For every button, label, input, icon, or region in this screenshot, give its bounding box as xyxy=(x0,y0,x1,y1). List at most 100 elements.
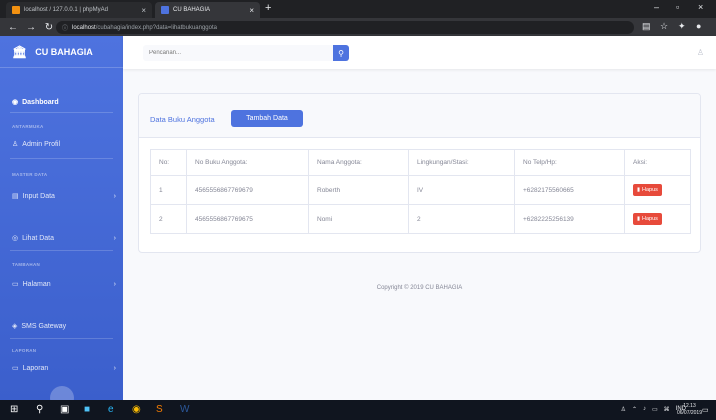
bookmark-star-icon[interactable]: ☆ xyxy=(660,21,668,32)
sidebar-divider xyxy=(10,112,113,113)
browser-tab-cu-bahagia[interactable]: CU BAHAGIA × xyxy=(155,2,260,18)
table-row: 1 4565556867769679 Roberth IV +628217556… xyxy=(150,175,691,205)
sidebar-item-label: Dashboard xyxy=(22,98,59,106)
store-icon[interactable]: ■ xyxy=(84,404,90,416)
sidebar-brand[interactable]: 🏛 CU BAHAGIA xyxy=(0,36,123,68)
user-icon: ♙ xyxy=(12,141,19,148)
brand-name: CU BAHAGIA xyxy=(35,46,93,57)
bank-logo-icon: 🏛 xyxy=(12,44,28,59)
people-icon[interactable]: ♙ xyxy=(621,406,626,413)
cell-lingkungan: IV xyxy=(408,175,515,205)
delete-button[interactable]: ▮ Hapus xyxy=(633,213,662,225)
edge-browser-icon[interactable]: e xyxy=(108,404,114,416)
search-button[interactable]: ⚲ xyxy=(333,45,349,61)
close-icon[interactable]: × xyxy=(249,6,254,15)
sidebar-item-label: Halaman xyxy=(22,280,51,288)
add-data-button[interactable]: Tambah Data xyxy=(231,110,303,127)
translate-icon[interactable]: ▤ xyxy=(642,21,651,32)
tab-label: localhost / 127.0.0.1 | phpMyAd xyxy=(24,7,108,13)
reload-icon[interactable]: ↻ xyxy=(44,22,54,33)
sidebar: 🏛 CU BAHAGIA ◉ Dashboard ANTARMUKA ♙ Adm… xyxy=(0,36,123,410)
data-card: Data Buku Anggota Tambah Data No: No Buk… xyxy=(138,93,701,253)
profile-icon[interactable]: ● xyxy=(696,21,701,31)
sidebar-item-input-data[interactable]: ▤ Input Data › xyxy=(12,192,116,201)
chevron-up-icon[interactable]: ⌃ xyxy=(632,406,637,413)
anggota-table: No: No Buku Anggota: Nama Anggota: Lingk… xyxy=(150,149,691,234)
phpmyadmin-favicon-icon xyxy=(12,6,20,14)
volume-icon[interactable]: ♪ xyxy=(643,406,646,413)
sidebar-divider xyxy=(10,250,113,251)
search-icon: ⚲ xyxy=(338,48,344,58)
network-icon[interactable]: ⌘ xyxy=(664,406,670,413)
sidebar-item-lihat-data[interactable]: ◎ Lihat Data › xyxy=(12,234,116,243)
address-bar[interactable]: ⓘ localhost /cubahagia/index.php?data=li… xyxy=(56,21,634,34)
cell-no-buku: 4565556867769679 xyxy=(186,175,309,205)
url-host: localhost xyxy=(72,24,96,31)
user-menu-icon[interactable]: ♙ xyxy=(697,48,704,57)
topbar: ⚲ ♙ xyxy=(123,36,716,69)
sidebar-heading: TAMBAHAN xyxy=(12,262,41,267)
table-header-row: No: No Buku Anggota: Nama Anggota: Lingk… xyxy=(150,149,691,176)
cell-lingkungan: 2 xyxy=(408,204,515,234)
eye-icon: ◎ xyxy=(12,235,19,242)
sidebar-item-laporan[interactable]: ▭ Laporan › xyxy=(12,364,116,373)
file-icon: ▤ xyxy=(12,193,19,200)
search-icon[interactable]: ⚲ xyxy=(36,404,43,416)
cell-telp: +6282175560665 xyxy=(514,175,625,205)
forward-icon[interactable]: → xyxy=(26,22,36,33)
sidebar-item-label: SMS Gateway xyxy=(21,322,67,330)
card-header: Data Buku Anggota Tambah Data xyxy=(139,94,700,138)
chevron-right-icon: › xyxy=(113,364,116,372)
cell-no-buku: 4565556867769675 xyxy=(186,204,309,234)
new-tab-icon[interactable]: + xyxy=(265,2,271,14)
sublime-text-icon[interactable]: S xyxy=(156,404,163,416)
cell-nama: Nomi xyxy=(308,204,409,234)
sidebar-item-admin-profil[interactable]: ♙ Admin Profil xyxy=(12,140,116,149)
extension-icon[interactable]: ✦ xyxy=(678,21,686,32)
trash-icon: ▮ xyxy=(637,187,641,193)
column-header: Lingkungan/Stasi: xyxy=(408,149,515,176)
battery-icon[interactable]: ▭ xyxy=(652,406,658,413)
report-icon: ▭ xyxy=(12,365,19,372)
close-icon[interactable]: × xyxy=(141,6,146,15)
delete-button[interactable]: ▮ Hapus xyxy=(633,184,662,196)
cell-telp: +6282225256139 xyxy=(514,204,625,234)
delete-label: Hapus xyxy=(642,216,658,222)
message-icon: ◈ xyxy=(12,323,18,330)
folder-icon: ▭ xyxy=(12,281,19,288)
taskbar-clock[interactable]: 12.13 06/07/2019 xyxy=(677,403,702,417)
column-header: No Buku Anggota: xyxy=(186,149,309,176)
browser-toolbar: ← → ↻ ⓘ localhost /cubahagia/index.php?d… xyxy=(0,18,716,36)
card-title: Data Buku Anggota xyxy=(150,115,215,124)
browser-tab-phpmyadmin[interactable]: localhost / 127.0.0.1 | phpMyAd × xyxy=(6,2,152,18)
sidebar-item-halaman[interactable]: ▭ Halaman › xyxy=(12,280,116,289)
task-view-icon[interactable]: ▣ xyxy=(60,404,69,416)
sidebar-item-dashboard[interactable]: ◉ Dashboard xyxy=(12,98,116,107)
maximize-icon[interactable]: ▫ xyxy=(676,2,679,12)
sidebar-item-label: Lihat Data xyxy=(22,234,55,242)
minimize-icon[interactable]: – xyxy=(654,2,659,12)
site-favicon-icon xyxy=(161,6,169,14)
footer-copyright: Copyright © 2019 CU BAHAGIA xyxy=(376,285,463,291)
clock-time: 12.13 xyxy=(683,403,696,409)
sidebar-item-sms-gateway[interactable]: ◈ SMS Gateway xyxy=(12,322,116,331)
sidebar-divider xyxy=(10,338,113,339)
sidebar-heading: ANTARMUKA xyxy=(12,124,44,129)
window-close-icon[interactable]: × xyxy=(698,2,703,12)
back-icon[interactable]: ← xyxy=(8,22,18,33)
chevron-right-icon: › xyxy=(113,192,116,200)
word-icon[interactable]: W xyxy=(180,404,189,416)
search-input[interactable] xyxy=(143,45,333,61)
cell-nama: Roberth xyxy=(308,175,409,205)
tab-label: CU BAHAGIA xyxy=(173,7,211,13)
dashboard-icon: ◉ xyxy=(12,99,19,106)
url-path: /cubahagia/index.php?data=lihatbukuanggo… xyxy=(95,24,217,31)
chrome-icon[interactable]: ◉ xyxy=(132,404,141,416)
sidebar-heading: MASTER DATA xyxy=(12,172,48,177)
notification-icon[interactable]: ▭ xyxy=(702,405,709,417)
trash-icon: ▮ xyxy=(637,216,641,222)
chevron-right-icon: › xyxy=(113,234,116,242)
sidebar-item-label: Input Data xyxy=(22,192,55,200)
sidebar-item-label: Laporan xyxy=(22,364,49,372)
windows-start-icon[interactable]: ⊞ xyxy=(10,404,18,416)
